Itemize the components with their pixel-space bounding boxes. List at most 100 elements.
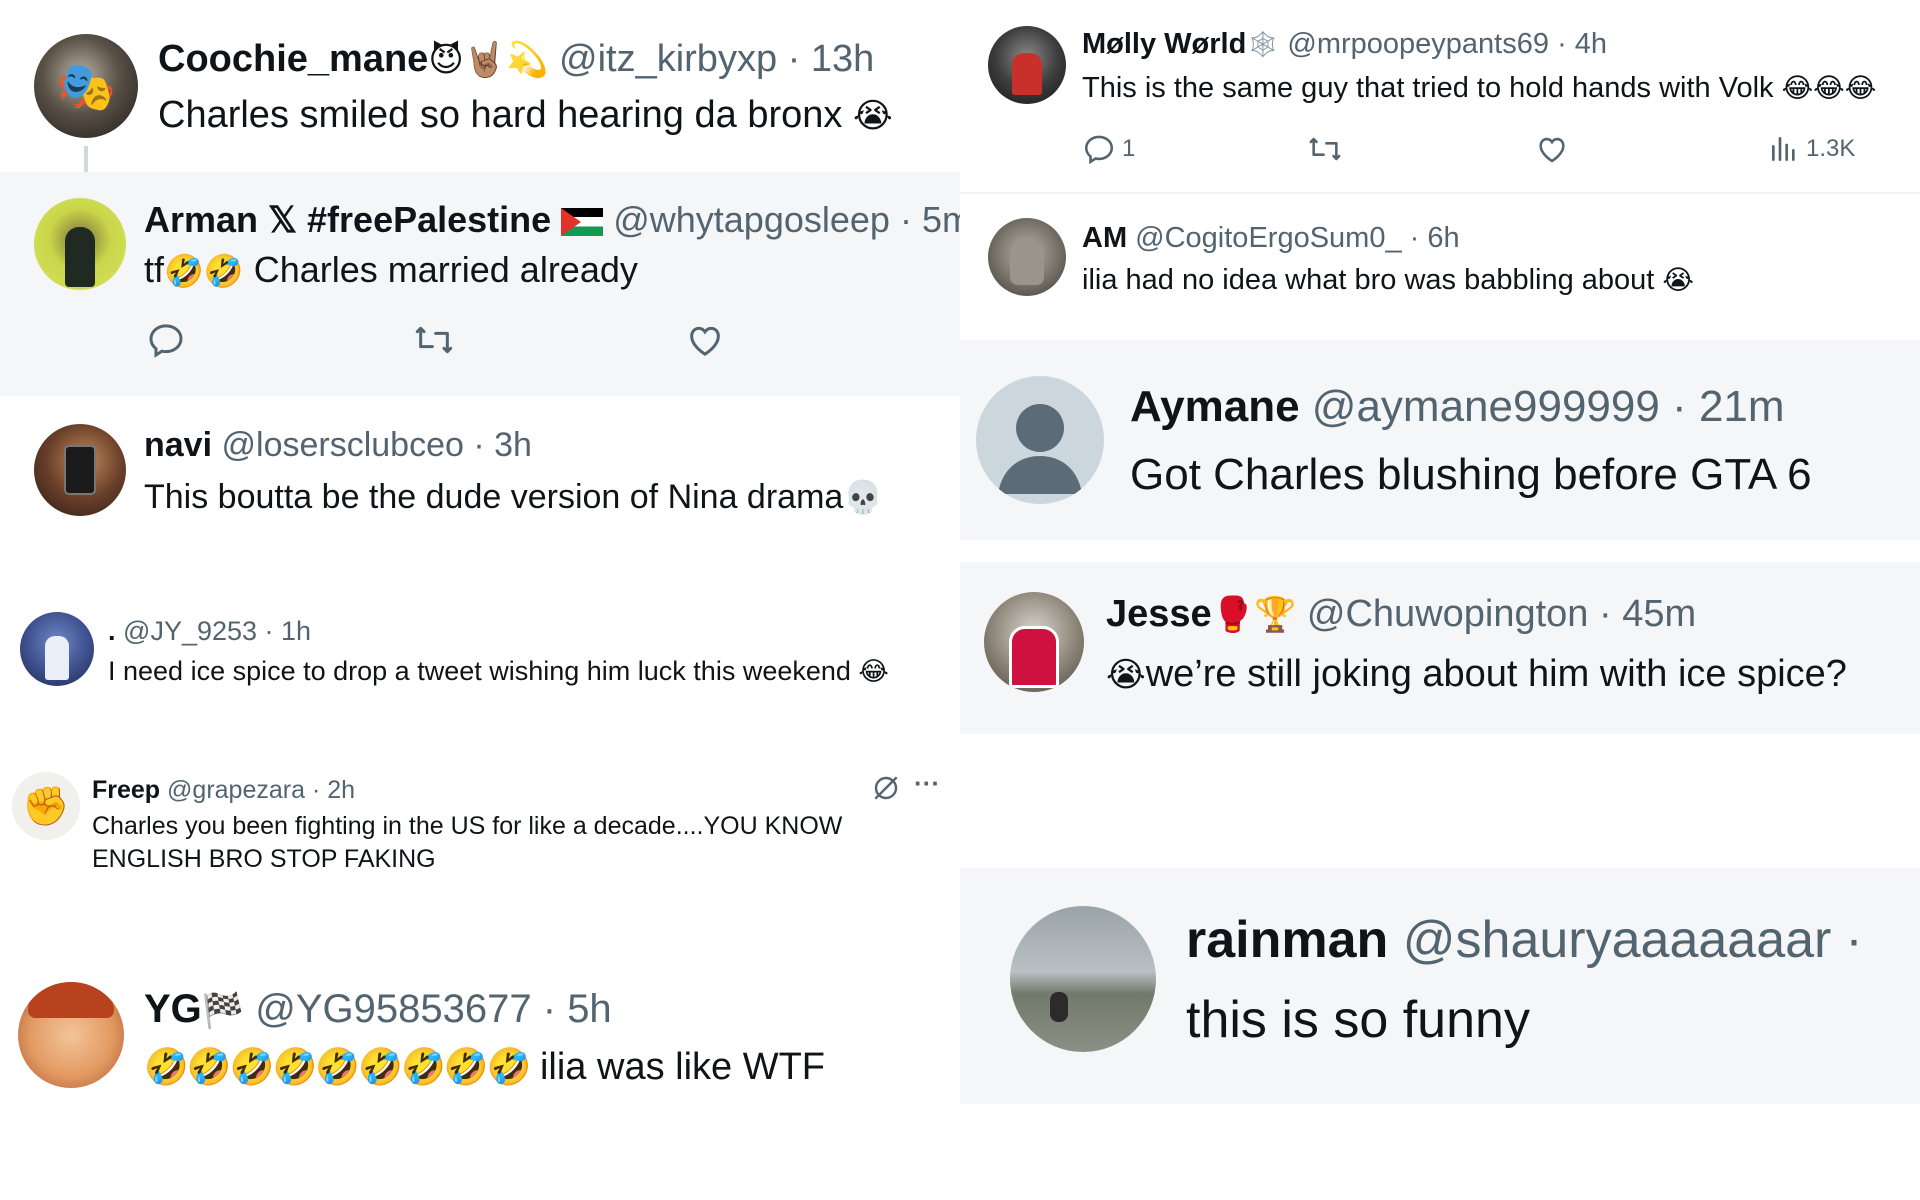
views-icon bbox=[1772, 137, 1795, 161]
avatar-mask-icon: 🎭 bbox=[56, 58, 116, 115]
user-handle[interactable]: @whytapgosleep bbox=[613, 199, 890, 240]
tweet-card[interactable]: AM @CogitoErgoSum0_ · 6h ilia had no ide… bbox=[960, 194, 1920, 340]
reply-icon bbox=[1084, 135, 1114, 165]
tweet-text: I need ice spice to drop a tweet wishing… bbox=[108, 656, 851, 686]
default-avatar-icon bbox=[998, 404, 1082, 494]
avatar[interactable]: ✊ bbox=[12, 772, 80, 840]
display-name[interactable]: . bbox=[108, 616, 116, 646]
tweet-card[interactable]: Jesse🥊🏆 @Chuwopington · 45m 😭we’re still… bbox=[960, 562, 1920, 734]
timestamp[interactable]: 4h bbox=[1575, 28, 1607, 60]
avatar[interactable] bbox=[984, 592, 1084, 692]
tweet-emoji: 😭 bbox=[1662, 265, 1694, 296]
display-name[interactable]: Mølly Wørld bbox=[1082, 28, 1246, 60]
user-handle[interactable]: @grapezara bbox=[167, 776, 305, 804]
retweet-button[interactable] bbox=[1306, 132, 1344, 166]
avatar-player bbox=[45, 636, 69, 680]
tweet-card[interactable]: Aymane @aymane999999 · 21m Got Charles b… bbox=[960, 340, 1920, 540]
tweet-card[interactable]: Arman 𝕏 #freePalestine @whytapgosleep · … bbox=[0, 172, 960, 396]
tweet-card[interactable]: . @JY_9253 · 1h I need ice spice to drop… bbox=[0, 578, 960, 728]
like-button[interactable] bbox=[1534, 132, 1570, 166]
display-name[interactable]: AM bbox=[1082, 222, 1127, 254]
views-button[interactable]: 1.3K bbox=[1768, 132, 1855, 166]
user-handle[interactable]: @aymane999999 bbox=[1312, 382, 1660, 431]
tweet-emoji: 😭 bbox=[852, 96, 893, 136]
user-handle[interactable]: @JY_9253 bbox=[123, 616, 257, 646]
timestamp[interactable]: 45m bbox=[1622, 593, 1696, 635]
tweet-emoji: 😂😂😂 bbox=[1781, 73, 1877, 104]
fist-icon: ✊ bbox=[22, 783, 70, 828]
retweet-button[interactable] bbox=[412, 320, 456, 360]
timestamp[interactable]: 5h bbox=[567, 987, 612, 1031]
view-count: 1.3K bbox=[1806, 135, 1856, 162]
reply-button[interactable] bbox=[146, 320, 186, 360]
timestamp[interactable]: 13h bbox=[811, 38, 874, 80]
tweet-card[interactable]: rainman @shauryaaaaaaar · this is so funn… bbox=[960, 868, 1920, 1104]
more-options-button[interactable]: ··· bbox=[914, 768, 940, 799]
avatar[interactable] bbox=[988, 218, 1066, 296]
display-name[interactable]: navi bbox=[144, 426, 212, 464]
tweet-emoji: 😭 bbox=[1106, 655, 1146, 695]
tweet-text: This is the same guy that tried to hold … bbox=[1082, 72, 1774, 104]
avatar[interactable] bbox=[976, 376, 1104, 504]
name-emoji: 😈🤘🏽💫 bbox=[428, 40, 549, 80]
tweet-text: ilia was like WTF bbox=[539, 1046, 826, 1088]
tweet-card[interactable]: Mølly Wørld🕸 @mrpoopeypants69 · 4h This … bbox=[960, 0, 1920, 194]
display-name[interactable]: YG bbox=[144, 987, 202, 1031]
grok-button[interactable] bbox=[870, 772, 902, 804]
avatar[interactable] bbox=[34, 424, 126, 516]
reply-button[interactable]: 1 bbox=[1082, 132, 1135, 166]
tweet-text: Charles married already bbox=[253, 249, 638, 290]
timestamp[interactable]: 6h bbox=[1427, 222, 1459, 254]
avatar[interactable] bbox=[988, 26, 1066, 104]
avatar[interactable] bbox=[34, 198, 126, 290]
display-name[interactable]: Arman 𝕏 #freePalestine bbox=[144, 199, 551, 240]
avatar-statue bbox=[1010, 239, 1044, 285]
tweet-text: Got Charles blushing before GTA 6 bbox=[1130, 450, 1812, 499]
tweet-card[interactable]: navi @losersclubceo · 3h This boutta be … bbox=[0, 396, 960, 578]
display-name[interactable]: Aymane bbox=[1130, 382, 1300, 431]
user-handle[interactable]: @CogitoErgoSum0_ bbox=[1135, 222, 1401, 254]
user-handle[interactable]: @Chuwopington bbox=[1307, 593, 1589, 635]
tweet-emoji: 😂 bbox=[858, 657, 889, 687]
avatar-figure bbox=[65, 227, 95, 287]
tweet-emoji: 🤣🤣 bbox=[164, 252, 244, 290]
like-button[interactable] bbox=[684, 320, 726, 360]
display-name[interactable]: Jesse bbox=[1106, 593, 1212, 635]
like-icon bbox=[690, 326, 720, 356]
palestine-flag-icon bbox=[561, 208, 604, 236]
tweet-text: Charles you been fighting in the US for … bbox=[92, 812, 843, 873]
name-emoji: 🥊🏆 bbox=[1211, 595, 1297, 635]
avatar[interactable] bbox=[18, 982, 124, 1088]
user-handle[interactable]: @losersclubceo bbox=[222, 426, 464, 464]
timestamp[interactable]: 21m bbox=[1699, 382, 1785, 431]
avatar-jersey bbox=[1009, 626, 1059, 688]
timestamp[interactable]: 5m bbox=[922, 199, 960, 240]
avatar[interactable]: 🎭 bbox=[34, 34, 138, 138]
tweet-card[interactable]: ✊ Freep @grapezara · 2h ··· Charles you … bbox=[0, 728, 960, 928]
avatar[interactable] bbox=[1010, 906, 1156, 1052]
user-handle[interactable]: @YG95853677 bbox=[255, 987, 531, 1031]
tweet-text-prefix: tf bbox=[144, 249, 165, 290]
user-handle[interactable]: @itz_kirbyxp bbox=[559, 38, 777, 80]
timestamp[interactable]: 3h bbox=[494, 426, 532, 464]
retweet-icon bbox=[1309, 137, 1341, 161]
user-handle[interactable]: @mrpoopeypants69 bbox=[1287, 28, 1549, 60]
avatar-phone bbox=[64, 445, 96, 495]
tweet-card[interactable]: 🎭 Coochie_mane😈🤘🏽💫 @itz_kirbyxp · 13h Ch… bbox=[0, 0, 960, 172]
like-icon bbox=[1539, 137, 1565, 163]
display-name[interactable]: Freep bbox=[92, 776, 160, 804]
tweet-text: we’re still joking about him with ice sp… bbox=[1145, 653, 1847, 695]
display-name[interactable]: Coochie_mane bbox=[158, 38, 428, 80]
tweet-emoji: 🤣🤣🤣🤣🤣🤣🤣🤣🤣 bbox=[144, 1047, 531, 1088]
display-name[interactable]: rainman bbox=[1186, 911, 1388, 969]
tweet-text: this is so funny bbox=[1186, 991, 1530, 1049]
avatar[interactable] bbox=[20, 612, 94, 686]
timestamp[interactable]: 1h bbox=[281, 616, 311, 646]
grok-icon bbox=[874, 776, 898, 800]
user-handle[interactable]: @shauryaaaaaaar bbox=[1403, 911, 1832, 969]
tweet-text: Charles smiled so hard hearing da bronx bbox=[158, 94, 843, 136]
timestamp[interactable]: 2h bbox=[327, 776, 355, 804]
timestamp-separator: · bbox=[1845, 911, 1863, 969]
tweet-card[interactable]: YG🏁 @YG95853677 · 5h 🤣🤣🤣🤣🤣🤣🤣🤣🤣 ilia was … bbox=[0, 928, 960, 1128]
tweet-text: ilia had no idea what bro was babbling a… bbox=[1082, 264, 1655, 296]
